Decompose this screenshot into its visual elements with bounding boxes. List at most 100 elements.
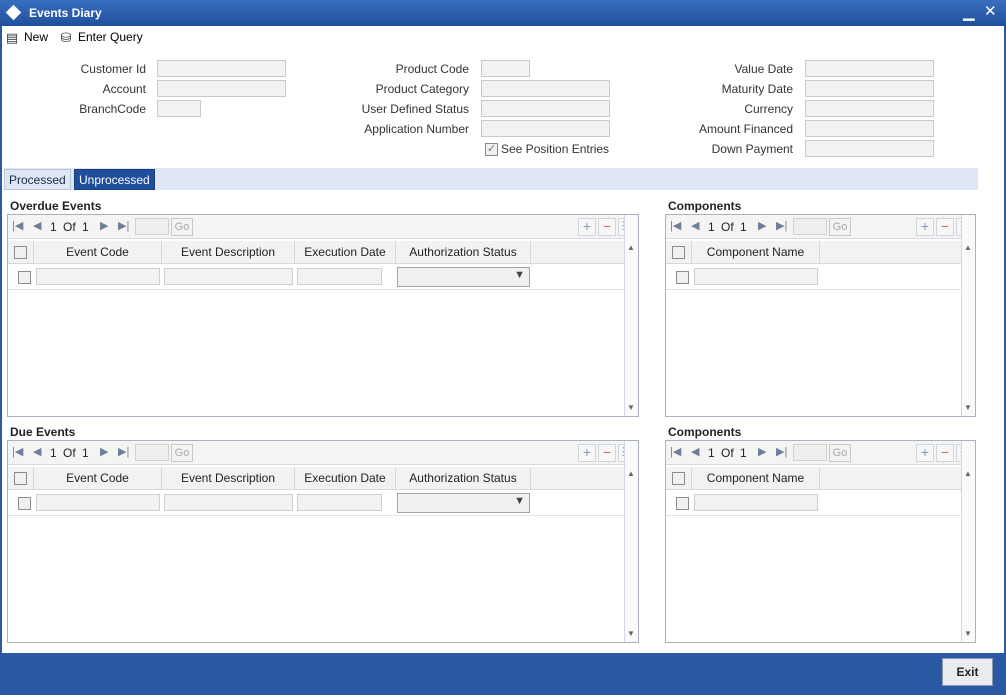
tab-bar: Processed Unprocessed xyxy=(4,168,978,190)
scroll-up-icon[interactable]: ▲ xyxy=(627,469,635,478)
scroll-down-icon[interactable]: ▼ xyxy=(964,629,972,638)
add-row-icon[interactable]: + xyxy=(578,444,596,462)
col-authorization-status: Authorization Status xyxy=(396,241,531,264)
add-row-icon[interactable]: + xyxy=(916,444,934,462)
product-category-label: Product Category xyxy=(375,82,469,96)
components-scrollbar[interactable]: ▲ ▼ xyxy=(961,215,975,416)
event-description-field[interactable] xyxy=(164,494,293,511)
row-checkbox[interactable] xyxy=(676,497,689,510)
select-all-checkbox[interactable] xyxy=(14,472,27,485)
authorization-status-select[interactable]: ▼ xyxy=(397,493,530,513)
due-scrollbar[interactable]: ▲ ▼ xyxy=(624,441,638,642)
tab-unprocessed[interactable]: Unprocessed xyxy=(74,169,155,190)
next-page-icon[interactable]: ▶ xyxy=(758,219,766,232)
scroll-up-icon[interactable]: ▲ xyxy=(964,469,972,478)
event-code-field[interactable] xyxy=(36,494,160,511)
row-checkbox[interactable] xyxy=(18,271,31,284)
select-all-checkbox[interactable] xyxy=(14,246,27,259)
delete-row-icon[interactable]: − xyxy=(936,218,954,236)
go-button[interactable]: Go xyxy=(829,444,851,462)
account-field[interactable] xyxy=(157,80,286,97)
event-description-field[interactable] xyxy=(164,268,293,285)
components-grid-toolbar: |◀ ◀ 1 Of 1 ▶ ▶| Go + − ☰ xyxy=(666,441,975,465)
next-page-icon[interactable]: ▶ xyxy=(100,445,108,458)
prev-page-icon[interactable]: ◀ xyxy=(33,219,41,232)
add-row-icon[interactable]: + xyxy=(578,218,596,236)
enter-query-button[interactable]: ⛁ Enter Query xyxy=(58,28,143,46)
overdue-scrollbar[interactable]: ▲ ▼ xyxy=(624,215,638,416)
last-page-icon[interactable]: ▶| xyxy=(776,219,787,232)
delete-row-icon[interactable]: − xyxy=(598,444,616,462)
prev-page-icon[interactable]: ◀ xyxy=(33,445,41,458)
page-of: Of xyxy=(63,446,76,460)
last-page-icon[interactable]: ▶| xyxy=(776,445,787,458)
amount-financed-field[interactable] xyxy=(805,120,934,137)
close-icon[interactable]: ✕ xyxy=(984,2,997,20)
user-defined-status-field[interactable] xyxy=(481,100,610,117)
scroll-up-icon[interactable]: ▲ xyxy=(627,243,635,252)
product-code-field[interactable] xyxy=(481,60,530,77)
first-page-icon[interactable]: |◀ xyxy=(670,219,681,232)
branch-code-label: BranchCode xyxy=(79,102,146,116)
last-page-icon[interactable]: ▶| xyxy=(118,445,129,458)
product-category-field[interactable] xyxy=(481,80,610,97)
go-button[interactable]: Go xyxy=(171,218,193,236)
col-event-code: Event Code xyxy=(34,241,162,264)
select-all-cell xyxy=(8,241,34,264)
first-page-icon[interactable]: |◀ xyxy=(12,219,23,232)
authorization-status-select[interactable]: ▼ xyxy=(397,267,530,287)
events-diary-window: Events Diary ▁ ✕ ▤ New ⛁ Enter Query Cus… xyxy=(0,0,1006,695)
execution-date-field[interactable] xyxy=(297,268,382,285)
component-name-field[interactable] xyxy=(694,268,818,285)
components-scrollbar[interactable]: ▲ ▼ xyxy=(961,441,975,642)
delete-row-icon[interactable]: − xyxy=(936,444,954,462)
component-name-field[interactable] xyxy=(694,494,818,511)
tab-processed[interactable]: Processed xyxy=(4,169,71,190)
select-all-checkbox[interactable] xyxy=(672,472,685,485)
value-date-field[interactable] xyxy=(805,60,934,77)
event-code-field[interactable] xyxy=(36,268,160,285)
row-checkbox[interactable] xyxy=(18,497,31,510)
down-payment-field[interactable] xyxy=(805,140,934,157)
user-defined-status-label: User Defined Status xyxy=(361,102,469,116)
go-button[interactable]: Go xyxy=(171,444,193,462)
first-page-icon[interactable]: |◀ xyxy=(670,445,681,458)
overdue-components-grid: |◀ ◀ 1 Of 1 ▶ ▶| Go + − ☰ Component Name xyxy=(665,214,976,417)
last-page-icon[interactable]: ▶| xyxy=(118,219,129,232)
overdue-grid-toolbar: |◀ ◀ 1 Of 1 ▶ ▶| Go + − ☰ xyxy=(8,215,638,239)
minimize-icon[interactable]: ▁ xyxy=(963,3,975,21)
prev-page-icon[interactable]: ◀ xyxy=(691,219,699,232)
exit-button[interactable]: Exit xyxy=(942,658,993,686)
page-of: Of xyxy=(721,446,734,460)
next-page-icon[interactable]: ▶ xyxy=(758,445,766,458)
execution-date-field[interactable] xyxy=(297,494,382,511)
go-button[interactable]: Go xyxy=(829,218,851,236)
page-number-input[interactable] xyxy=(135,444,169,461)
new-button[interactable]: ▤ New xyxy=(4,28,48,46)
customer-id-field[interactable] xyxy=(157,60,286,77)
due-events-title: Due Events xyxy=(10,425,76,439)
page-number-input[interactable] xyxy=(793,218,827,235)
row-checkbox[interactable] xyxy=(676,271,689,284)
application-number-field[interactable] xyxy=(481,120,610,137)
scroll-down-icon[interactable]: ▼ xyxy=(627,629,635,638)
delete-row-icon[interactable]: − xyxy=(598,218,616,236)
components-header-row: Component Name xyxy=(666,467,961,490)
select-all-checkbox[interactable] xyxy=(672,246,685,259)
currency-field[interactable] xyxy=(805,100,934,117)
prev-page-icon[interactable]: ◀ xyxy=(691,445,699,458)
col-event-code: Event Code xyxy=(34,467,162,490)
down-payment-label: Down Payment xyxy=(711,142,793,156)
customer-id-label: Customer Id xyxy=(80,62,146,76)
scroll-up-icon[interactable]: ▲ xyxy=(964,243,972,252)
first-page-icon[interactable]: |◀ xyxy=(12,445,23,458)
branch-code-field[interactable] xyxy=(157,100,201,117)
page-number-input[interactable] xyxy=(135,218,169,235)
scroll-down-icon[interactable]: ▼ xyxy=(627,403,635,412)
see-position-entries-checkbox[interactable] xyxy=(485,142,498,156)
scroll-down-icon[interactable]: ▼ xyxy=(964,403,972,412)
next-page-icon[interactable]: ▶ xyxy=(100,219,108,232)
add-row-icon[interactable]: + xyxy=(916,218,934,236)
page-number-input[interactable] xyxy=(793,444,827,461)
maturity-date-field[interactable] xyxy=(805,80,934,97)
